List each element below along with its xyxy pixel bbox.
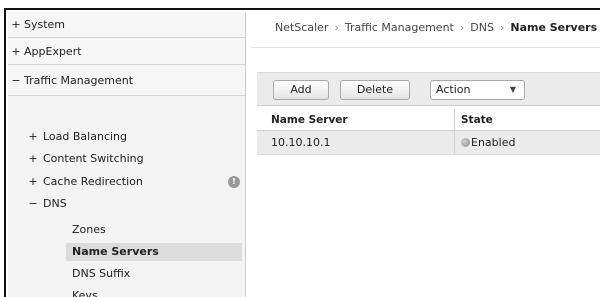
column-header-name-server[interactable]: Name Server xyxy=(271,109,348,131)
sidebar-item-label: Cache Redirection xyxy=(43,175,143,188)
sidebar-item-label: Traffic Management xyxy=(24,74,134,87)
chevron-down-icon: ▼ xyxy=(509,85,516,94)
sidebar-item-label: Content Switching xyxy=(43,152,144,165)
breadcrumb-separator-icon: › xyxy=(499,21,505,34)
sidebar-item-keys[interactable]: Keys xyxy=(66,287,242,297)
breadcrumb-current: Name Servers xyxy=(510,21,598,34)
expand-icon: + xyxy=(28,130,38,143)
breadcrumb-separator-icon: › xyxy=(459,21,465,34)
table-header: Name Server State xyxy=(257,109,600,131)
sidebar-item-zones[interactable]: Zones xyxy=(66,221,242,239)
column-divider xyxy=(454,109,455,130)
sidebar-item-label: AppExpert xyxy=(24,45,82,58)
sidebar-item-label: DNS xyxy=(43,197,67,210)
breadcrumb: NetScaler › Traffic Management › DNS › Name Se… xyxy=(251,12,600,48)
state-cell: Enabled xyxy=(461,131,515,155)
breadcrumb-netscaler[interactable]: NetScaler xyxy=(275,21,328,34)
status-icon xyxy=(461,138,470,147)
column-header-state[interactable]: State xyxy=(461,109,493,131)
sidebar-item-traffic-management[interactable]: − Traffic Management xyxy=(8,66,245,96)
sidebar-item-dns[interactable]: − DNS xyxy=(8,195,245,213)
delete-button[interactable]: Delete xyxy=(340,80,410,100)
sidebar-item-cache-redirection[interactable]: + Cache Redirection ! xyxy=(8,173,245,191)
toolbar: Add Delete Action ▼ xyxy=(257,72,600,106)
warning-icon: ! xyxy=(228,176,240,188)
collapse-icon: − xyxy=(28,197,38,210)
table-row[interactable]: 10.10.10.1 Enabled xyxy=(257,131,600,155)
breadcrumb-separator-icon: › xyxy=(334,21,339,34)
sidebar-item-name-servers[interactable]: Name Servers xyxy=(66,243,242,261)
column-divider xyxy=(454,131,455,154)
main-panel: NetScaler › Traffic Management › DNS › Name Se… xyxy=(251,12,600,297)
breadcrumb-dns[interactable]: DNS xyxy=(470,21,494,34)
state-label: Enabled xyxy=(471,136,516,149)
navigation-sidebar: + System + AppExpert − Traffic Management +… xyxy=(8,12,246,297)
expand-icon: + xyxy=(11,45,21,58)
sidebar-item-label: System xyxy=(24,18,66,31)
add-button[interactable]: Add xyxy=(273,80,329,100)
name-servers-table: Name Server State 10.10.10.1 Enabled xyxy=(257,109,600,155)
sidebar-item-load-balancing[interactable]: + Load Balancing xyxy=(8,128,245,146)
sidebar-item-system[interactable]: + System xyxy=(8,12,245,38)
sidebar-item-dns-suffix[interactable]: DNS Suffix xyxy=(66,265,242,283)
sidebar-item-content-switching[interactable]: + Content Switching xyxy=(8,150,245,168)
sidebar-item-appexpert[interactable]: + AppExpert xyxy=(8,39,245,65)
sidebar-item-label: Load Balancing xyxy=(43,130,127,143)
expand-icon: + xyxy=(28,152,38,165)
expand-icon: + xyxy=(11,18,21,31)
collapse-icon: − xyxy=(11,74,21,87)
expand-icon: + xyxy=(28,175,38,188)
breadcrumb-traffic-management[interactable]: Traffic Management xyxy=(345,21,454,34)
name-server-cell: 10.10.10.1 xyxy=(271,136,331,149)
action-dropdown[interactable]: Action ▼ xyxy=(430,80,525,100)
app-frame: + System + AppExpert − Traffic Management +… xyxy=(4,8,600,297)
action-dropdown-label: Action xyxy=(436,83,471,96)
